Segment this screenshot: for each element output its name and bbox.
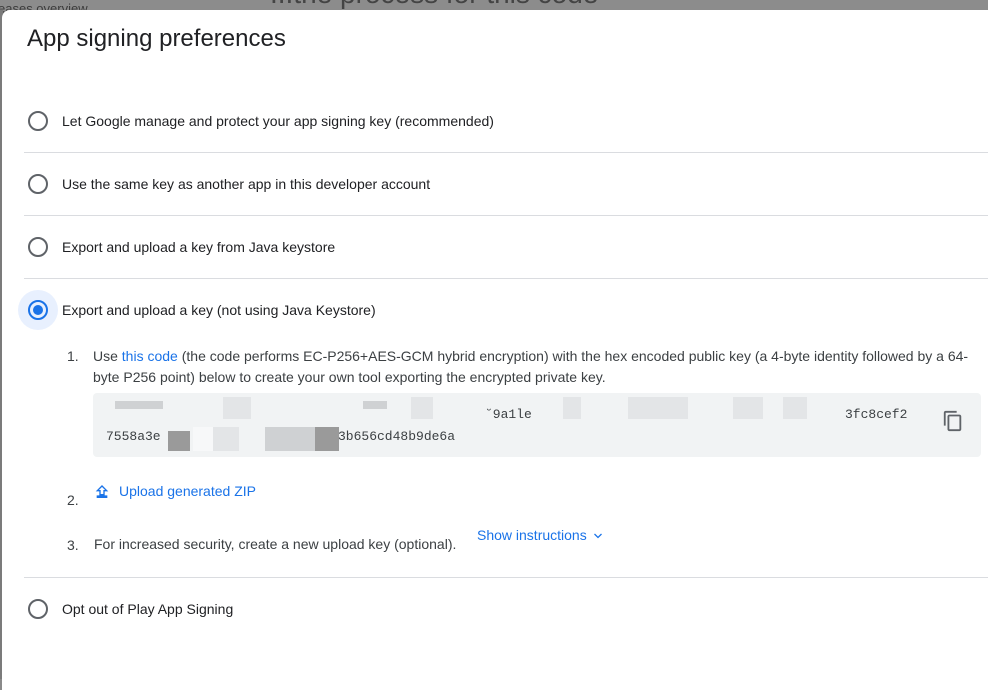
radio-button-circle[interactable] (28, 111, 48, 131)
step-1-number: 1. (67, 348, 79, 364)
option-non-java-keystore[interactable]: Export and upload a key (not using Java … (18, 279, 988, 341)
redacted-block (223, 397, 251, 419)
radio-same-key[interactable] (18, 164, 58, 204)
public-key-box: ˘9a1le 3fc8cef2 7558a3e 3b656cd48b9de6a (93, 393, 981, 457)
upload-zip-label[interactable]: Upload generated ZIP (119, 483, 256, 499)
radio-button-circle[interactable] (28, 599, 48, 619)
option-label: Opt out of Play App Signing (62, 601, 234, 617)
key-text-line1-part2: 3fc8cef2 (845, 407, 908, 422)
redacted-block (168, 431, 190, 451)
redacted-block (628, 397, 688, 419)
key-text-line1-part1: ˘9a1le (485, 407, 532, 422)
step-1-text: Use this code (the code performs EC-P256… (93, 346, 973, 388)
redacted-block (733, 397, 763, 419)
redacted-block (363, 401, 387, 409)
show-instructions-label[interactable]: Show instructions (477, 527, 587, 543)
option-google-manage[interactable]: Let Google manage and protect your app s… (24, 90, 988, 153)
step-1-suffix: (the code performs EC-P256+AES-GCM hybri… (93, 348, 969, 385)
key-text-line2-part2: 3b656cd48b9de6a (338, 429, 456, 444)
option-opt-out[interactable]: Opt out of Play App Signing (24, 577, 988, 640)
chevron-down-icon (593, 533, 602, 539)
redacted-block (193, 427, 213, 451)
option-label: Export and upload a key (not using Java … (62, 302, 376, 318)
redacted-block (563, 397, 581, 419)
background-heading: ...the process for this code (270, 0, 598, 10)
redacted-block (213, 427, 239, 451)
option-label: Let Google manage and protect your app s… (62, 113, 494, 129)
radio-non-java-keystore[interactable] (18, 290, 58, 330)
step-2-number: 2. (67, 492, 79, 508)
radio-google-manage[interactable] (18, 101, 58, 141)
radio-java-keystore[interactable] (18, 227, 58, 267)
redacted-block (115, 401, 163, 409)
step-3-number: 3. (67, 537, 79, 553)
radio-button-circle[interactable] (28, 174, 48, 194)
option-label: Export and upload a key from Java keysto… (62, 239, 336, 255)
option-label: Use the same key as another app in this … (62, 176, 431, 192)
redacted-block (315, 427, 339, 451)
radio-opt-out[interactable] (18, 589, 58, 629)
show-instructions-link[interactable]: Show instructions (477, 527, 604, 543)
radio-button-circle[interactable] (28, 300, 48, 320)
step-3-text: For increased security, create a new upl… (94, 536, 457, 552)
upload-icon (95, 485, 109, 498)
redacted-block (411, 397, 433, 419)
copy-icon[interactable] (942, 409, 964, 433)
this-code-link[interactable]: this code (122, 348, 178, 364)
key-text-line2-part1: 7558a3e (106, 429, 161, 444)
redacted-block (783, 397, 807, 419)
radio-button-circle[interactable] (28, 237, 48, 257)
redacted-block (265, 427, 317, 451)
option-same-key[interactable]: Use the same key as another app in this … (24, 153, 988, 216)
dialog-title: App signing preferences (27, 25, 286, 52)
option-java-keystore[interactable]: Export and upload a key from Java keysto… (24, 216, 988, 279)
step-1-prefix: Use (93, 348, 122, 364)
